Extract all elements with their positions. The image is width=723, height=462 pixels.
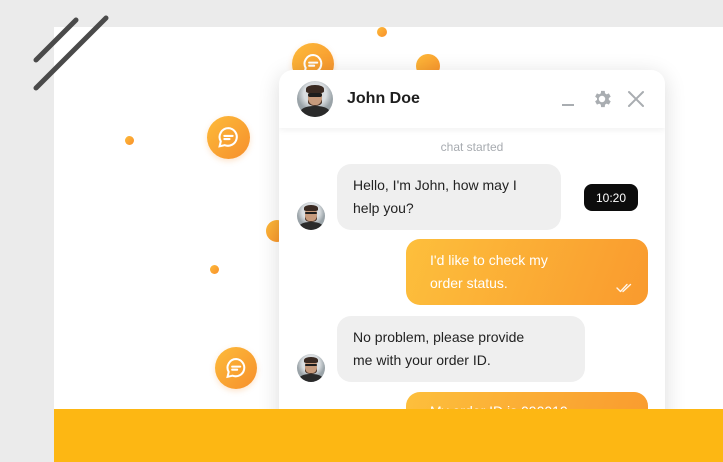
- message-bubble-incoming: No problem, please provide me with your …: [337, 316, 585, 382]
- message-text: I'd like to check my: [430, 252, 548, 268]
- minimize-button[interactable]: [561, 90, 577, 108]
- chat-started-label: chat started: [440, 140, 504, 154]
- close-icon: [628, 91, 644, 107]
- agent-avatar: [297, 202, 325, 230]
- chat-header: John Doe: [279, 70, 665, 128]
- chat-bubble-icon: [207, 116, 250, 159]
- chat-bubble-icon: [215, 347, 257, 389]
- settings-button[interactable]: [591, 88, 613, 110]
- gear-icon: [595, 90, 611, 108]
- message-bubble-incoming: Hello, I'm John, how may I help you?: [337, 164, 561, 230]
- message-text: Hello, I'm John, how may I: [353, 177, 517, 193]
- message-text: help you?: [353, 200, 414, 216]
- message-text: order status.: [430, 275, 508, 291]
- decor-dot: [210, 265, 219, 274]
- close-button[interactable]: [627, 90, 645, 108]
- message-text: No problem, please provide: [353, 329, 525, 345]
- agent-avatar: [297, 354, 325, 382]
- message-text: me with your order ID.: [353, 352, 491, 368]
- chat-widget: John Doe chat started Hello, I'm John, h…: [279, 70, 665, 450]
- double-slash-decoration: [33, 15, 109, 91]
- decor-dot: [125, 136, 134, 145]
- agent-name: John Doe: [347, 90, 420, 107]
- double-check-icon: [616, 283, 632, 293]
- message-timestamp: 10:20: [584, 184, 638, 211]
- agent-avatar: [297, 81, 333, 117]
- footer-accent-bar: [54, 409, 723, 462]
- chat-body: chat started Hello, I'm John, how may I …: [279, 128, 665, 450]
- decor-dot: [377, 27, 387, 37]
- window-controls: [561, 88, 645, 110]
- message-bubble-outgoing: I'd like to check my order status.: [406, 239, 648, 305]
